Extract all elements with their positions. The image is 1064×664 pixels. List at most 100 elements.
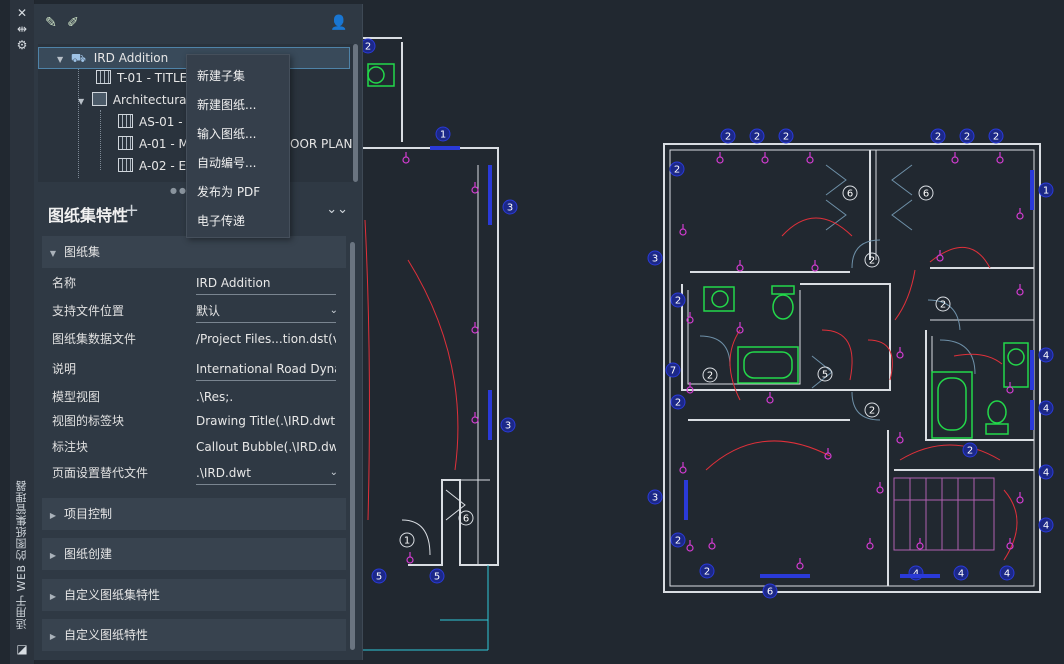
svg-text:2: 2 [674,165,680,176]
svg-text:3: 3 [652,493,658,504]
pin-icon[interactable]: ⇹ [15,22,29,36]
menu-item-new-sheet[interactable]: 新建图纸... [197,96,256,113]
tree-node-sheet[interactable]: T-01 - TITLE S [96,68,199,88]
tree-scrollbar[interactable] [353,44,358,182]
circuit-tag: 2 [699,563,715,579]
prop-row-callout-block: 标注块 Callout Bubble(.\IRD.dwt) [52,436,342,458]
palette-tool-strip: ✕ ⇹ ⚙ 适用于 WEB 的图纸集管理器 ◪ [10,0,35,664]
tree-node-subset[interactable]: ▼ Architectural [78,90,190,110]
chevron-down-icon[interactable]: ⌄ [330,300,338,322]
svg-text:2: 2 [993,132,999,143]
circuit-tag: 2 [360,38,376,54]
svg-text:2: 2 [783,132,789,143]
circuit-tag: 1 [1038,182,1054,198]
circuit-tag: 2 [930,128,946,144]
menu-item-etransmit[interactable]: 电子传递 [197,212,245,229]
svg-text:2: 2 [725,132,731,143]
circuit-tag: 4 [1038,400,1054,416]
svg-text:2: 2 [675,536,681,547]
svg-text:2: 2 [964,132,970,143]
prop-row-data-file: 图纸集数据文件 /Project Files...tion.dst(v1.1) [52,328,342,350]
close-icon[interactable]: ✕ [15,6,29,20]
data-file-value: /Project Files...tion.dst(v1.1) [196,332,336,346]
chevron-right-icon: ▶ [49,632,57,641]
prop-row-label-block: 视图的标签块 Drawing Title(.\IRD.dwt) [52,410,342,432]
sheet-icon [118,158,133,172]
page-setup-select[interactable]: .\IRD.dwt [196,462,336,485]
circuit-tag: 4 [1038,347,1054,363]
user-icon[interactable]: 👤 [330,14,348,32]
section-project-control[interactable]: ▶ 项目控制 [42,498,346,530]
circuit-tag: 5 [371,568,387,584]
callout-block-value[interactable]: Callout Bubble(.\IRD.dwt) [196,436,336,458]
circuit-tag: 2 [959,128,975,144]
publish-icon[interactable]: ✐ [64,14,82,32]
circuit-tag: 3 [500,417,516,433]
properties-scrollbar[interactable] [350,242,355,650]
menu-item-import-sheet[interactable]: 输入图纸... [197,125,256,142]
svg-text:1: 1 [404,536,410,547]
svg-text:2: 2 [967,446,973,457]
circuit-tag: 1 [435,126,451,142]
svg-text:7: 7 [670,366,676,377]
sheet-icon [118,136,133,150]
collapse-all-icon[interactable]: ⌄⌄ [326,202,348,217]
sheet-icon [118,114,133,128]
svg-text:6: 6 [767,587,773,598]
circuit-tag: 3 [502,199,518,215]
svg-text:4: 4 [1043,351,1049,362]
chevron-right-icon: ▶ [49,511,57,520]
tree-node-sheet[interactable]: AS-01 - A [118,112,195,132]
svg-text:4: 4 [1043,404,1049,415]
svg-text:2: 2 [754,132,760,143]
section-sheet-creation[interactable]: ▶ 图纸创建 [42,538,346,570]
open-sheet-set-icon[interactable]: ✎ [42,14,60,32]
gear-icon[interactable]: ⚙ [15,38,29,52]
svg-text:3: 3 [505,421,511,432]
svg-text:2: 2 [869,256,875,267]
circuit-tag: 2 [778,128,794,144]
svg-text:6: 6 [463,514,469,525]
description-field[interactable]: International Road Dynamic [196,358,336,381]
name-field[interactable]: IRD Addition [196,272,336,295]
circuit-tag: 4 [1038,517,1054,533]
svg-text:2: 2 [935,132,941,143]
svg-text:5: 5 [376,572,382,583]
label-block-value[interactable]: Drawing Title(.\IRD.dwt) [196,410,336,432]
section-sheet-set[interactable]: ▼ 图纸集 [42,236,346,268]
menu-item-new-subset[interactable]: 新建子集 [197,67,245,84]
svg-text:4: 4 [1043,468,1049,479]
add-property-icon[interactable]: + [124,200,139,221]
tree-node-sheet[interactable]: A-02 - ELI [118,156,196,176]
collapse-arrow-icon[interactable]: ▼ [78,92,88,112]
chevron-down-icon[interactable]: ⌄ [330,462,338,484]
svg-text:4: 4 [958,569,964,580]
menu-item-auto-number[interactable]: 自动编号... [197,154,256,171]
circuit-tag: 7 [665,362,681,378]
chevron-down-icon: ▼ [49,249,57,258]
sheetset-logo-icon: ◪ [16,642,28,656]
palette-vertical-title: 适用于 WEB 的图纸集管理器 [15,480,28,630]
prop-row-resource-location: 支持文件位置 默认 ⌄ [52,300,342,323]
svg-text:2: 2 [707,371,713,382]
menu-item-publish-pdf[interactable]: 发布为 PDF [197,183,260,200]
svg-text:5: 5 [822,370,828,381]
svg-text:2: 2 [675,398,681,409]
collapse-arrow-icon[interactable]: ▼ [57,50,67,70]
model-view-value[interactable]: .\Res;. [196,386,336,408]
svg-text:2: 2 [365,42,371,53]
svg-text:1: 1 [440,130,446,141]
circuit-tag: 4 [999,565,1015,581]
resource-location-select[interactable]: 默认 [196,300,336,323]
circuit-tag: 4 [953,565,969,581]
svg-text:2: 2 [675,296,681,307]
circuit-tag: 2 [962,442,978,458]
svg-text:3: 3 [652,254,658,265]
svg-text:2: 2 [869,406,875,417]
svg-text:6: 6 [923,189,929,200]
circuit-tag: 3 [647,250,663,266]
subset-icon [91,92,107,106]
section-custom-set-properties[interactable]: ▶ 自定义图纸集特性 [42,579,346,611]
section-custom-sheet-properties[interactable]: ▶ 自定义图纸特性 [42,619,346,651]
svg-text:1: 1 [1043,186,1049,197]
